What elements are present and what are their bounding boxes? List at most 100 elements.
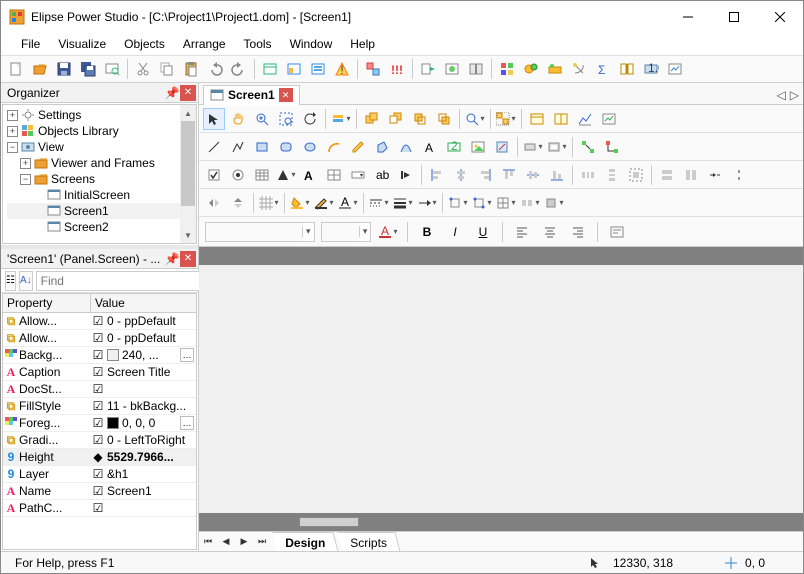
dropdown-icon[interactable] <box>347 164 369 186</box>
gridsnap-icon[interactable] <box>258 192 280 214</box>
tab-prev-icon[interactable]: ◁ <box>777 88 786 102</box>
prop-row[interactable]: 9Layer☑&h1 <box>3 466 196 483</box>
nav-first-icon[interactable]: ⏮ <box>199 533 217 551</box>
tree-node[interactable]: Screen2 <box>7 219 196 235</box>
close-button[interactable] <box>757 2 803 32</box>
tool-warn-icon[interactable]: ! <box>331 58 353 80</box>
nav-last-icon[interactable]: ⏭ <box>253 533 271 551</box>
prop-row[interactable]: 9Height◆5529.7966... <box>3 449 196 466</box>
roundrect-icon[interactable] <box>275 136 297 158</box>
checkbox-icon[interactable] <box>203 164 225 186</box>
menu-visualize[interactable]: Visualize <box>50 35 114 53</box>
rotate-icon[interactable] <box>299 108 321 130</box>
tree-node[interactable]: +Settings <box>7 107 196 123</box>
txtalign-right-icon[interactable] <box>567 222 589 242</box>
view4-icon[interactable] <box>598 108 620 130</box>
tool-book-icon[interactable] <box>616 58 638 80</box>
close-panel-icon[interactable]: ✕ <box>180 251 196 267</box>
tool-i-icon[interactable] <box>520 58 542 80</box>
bold-button[interactable]: B <box>416 222 438 242</box>
tool-g-icon[interactable] <box>465 58 487 80</box>
tree-node[interactable]: InitialScreen <box>7 187 196 203</box>
curve-icon[interactable] <box>395 136 417 158</box>
layers-icon[interactable] <box>330 108 352 130</box>
align-mid-icon[interactable] <box>522 164 544 186</box>
tab-next-icon[interactable]: ▷ <box>790 88 799 102</box>
grid-icon[interactable] <box>251 164 273 186</box>
prop-row[interactable]: Foreg...☑0, 0, 0… <box>3 415 196 432</box>
display-icon[interactable]: 2 <box>443 136 465 158</box>
chart-icon[interactable] <box>574 108 596 130</box>
space-h-icon[interactable] <box>704 164 726 186</box>
redo-icon[interactable] <box>228 58 250 80</box>
ellipse-icon[interactable] <box>299 136 321 158</box>
tool-j-icon[interactable] <box>544 58 566 80</box>
tool-a-icon[interactable] <box>259 58 281 80</box>
align-top-icon[interactable] <box>498 164 520 186</box>
prop-row[interactable]: ACaption☑Screen Title <box>3 364 196 381</box>
backward-icon[interactable] <box>433 108 455 130</box>
wrap-icon[interactable] <box>606 222 628 242</box>
pointer-icon[interactable] <box>203 108 225 130</box>
fillcolor-icon[interactable] <box>289 192 311 214</box>
shape-drop-icon[interactable] <box>275 164 297 186</box>
flip-h-icon[interactable] <box>203 192 225 214</box>
txtalign-left-icon[interactable] <box>511 222 533 242</box>
menu-tools[interactable]: Tools <box>236 35 280 53</box>
dist-v-icon[interactable] <box>601 164 623 186</box>
tool-e-icon[interactable]: !!! <box>386 58 408 80</box>
preview-icon[interactable] <box>101 58 123 80</box>
draw-tool-icon[interactable] <box>491 136 513 158</box>
design-canvas[interactable] <box>199 265 803 513</box>
view1-icon[interactable] <box>526 108 548 130</box>
doc-tab-close-icon[interactable]: ✕ <box>279 88 293 102</box>
label-icon[interactable]: abI <box>371 164 393 186</box>
pan-icon[interactable] <box>227 108 249 130</box>
group-icon[interactable] <box>495 108 517 130</box>
line-icon[interactable] <box>203 136 225 158</box>
tool-d-icon[interactable] <box>362 58 384 80</box>
tree-node[interactable]: +Viewer and Frames <box>7 155 196 171</box>
italic-button[interactable]: I <box>444 222 466 242</box>
minimize-button[interactable] <box>665 2 711 32</box>
font-color-icon[interactable]: A <box>377 222 399 242</box>
prop-row[interactable]: Backg...☑240, ...… <box>3 347 196 364</box>
view2-icon[interactable] <box>550 108 572 130</box>
font-family-combo[interactable]: ▾ <box>205 222 315 242</box>
tree-node[interactable]: Screen1 <box>7 203 196 219</box>
bigtext-icon[interactable]: A <box>299 164 321 186</box>
save-icon[interactable] <box>53 58 75 80</box>
scrollbar-h[interactable] <box>199 513 803 531</box>
undo-icon[interactable] <box>204 58 226 80</box>
prop-cat-button[interactable]: ☷ <box>5 271 16 291</box>
prop-row[interactable]: ⧉Allow...☑0 - ppDefault <box>3 330 196 347</box>
tool-k-icon[interactable] <box>568 58 590 80</box>
zoomin-icon[interactable] <box>251 108 273 130</box>
image-icon[interactable] <box>467 136 489 158</box>
nav-prev-icon[interactable]: ◀ <box>217 533 235 551</box>
arc-icon[interactable] <box>323 136 345 158</box>
search-input[interactable] <box>36 271 201 291</box>
space-v-icon[interactable] <box>728 164 750 186</box>
tree-node[interactable]: +Objects Library <box>7 123 196 139</box>
tool-f-icon[interactable] <box>441 58 463 80</box>
menu-help[interactable]: Help <box>342 35 383 53</box>
prop-row[interactable]: ADocSt...☑ <box>3 381 196 398</box>
same-w-icon[interactable] <box>656 164 678 186</box>
txtalign-center-icon[interactable] <box>539 222 561 242</box>
tool-b-icon[interactable] <box>283 58 305 80</box>
tool-h-icon[interactable] <box>496 58 518 80</box>
tab-design[interactable]: Design <box>272 532 338 552</box>
prop-row[interactable]: AName☑Screen1 <box>3 483 196 500</box>
textcolor-icon[interactable]: A <box>337 192 359 214</box>
polyline-icon[interactable] <box>227 136 249 158</box>
align-center-icon[interactable] <box>450 164 472 186</box>
close-panel-icon[interactable]: ✕ <box>180 85 196 101</box>
tree-node[interactable]: −Screens <box>7 171 196 187</box>
menu-window[interactable]: Window <box>282 35 341 53</box>
prop-row[interactable]: ⧉Allow...☑0 - ppDefault <box>3 313 196 330</box>
prop-sort-button[interactable]: A↓ <box>19 271 33 291</box>
arrows-icon[interactable] <box>416 192 438 214</box>
align-right-icon[interactable] <box>474 164 496 186</box>
tool-export-icon[interactable] <box>417 58 439 80</box>
